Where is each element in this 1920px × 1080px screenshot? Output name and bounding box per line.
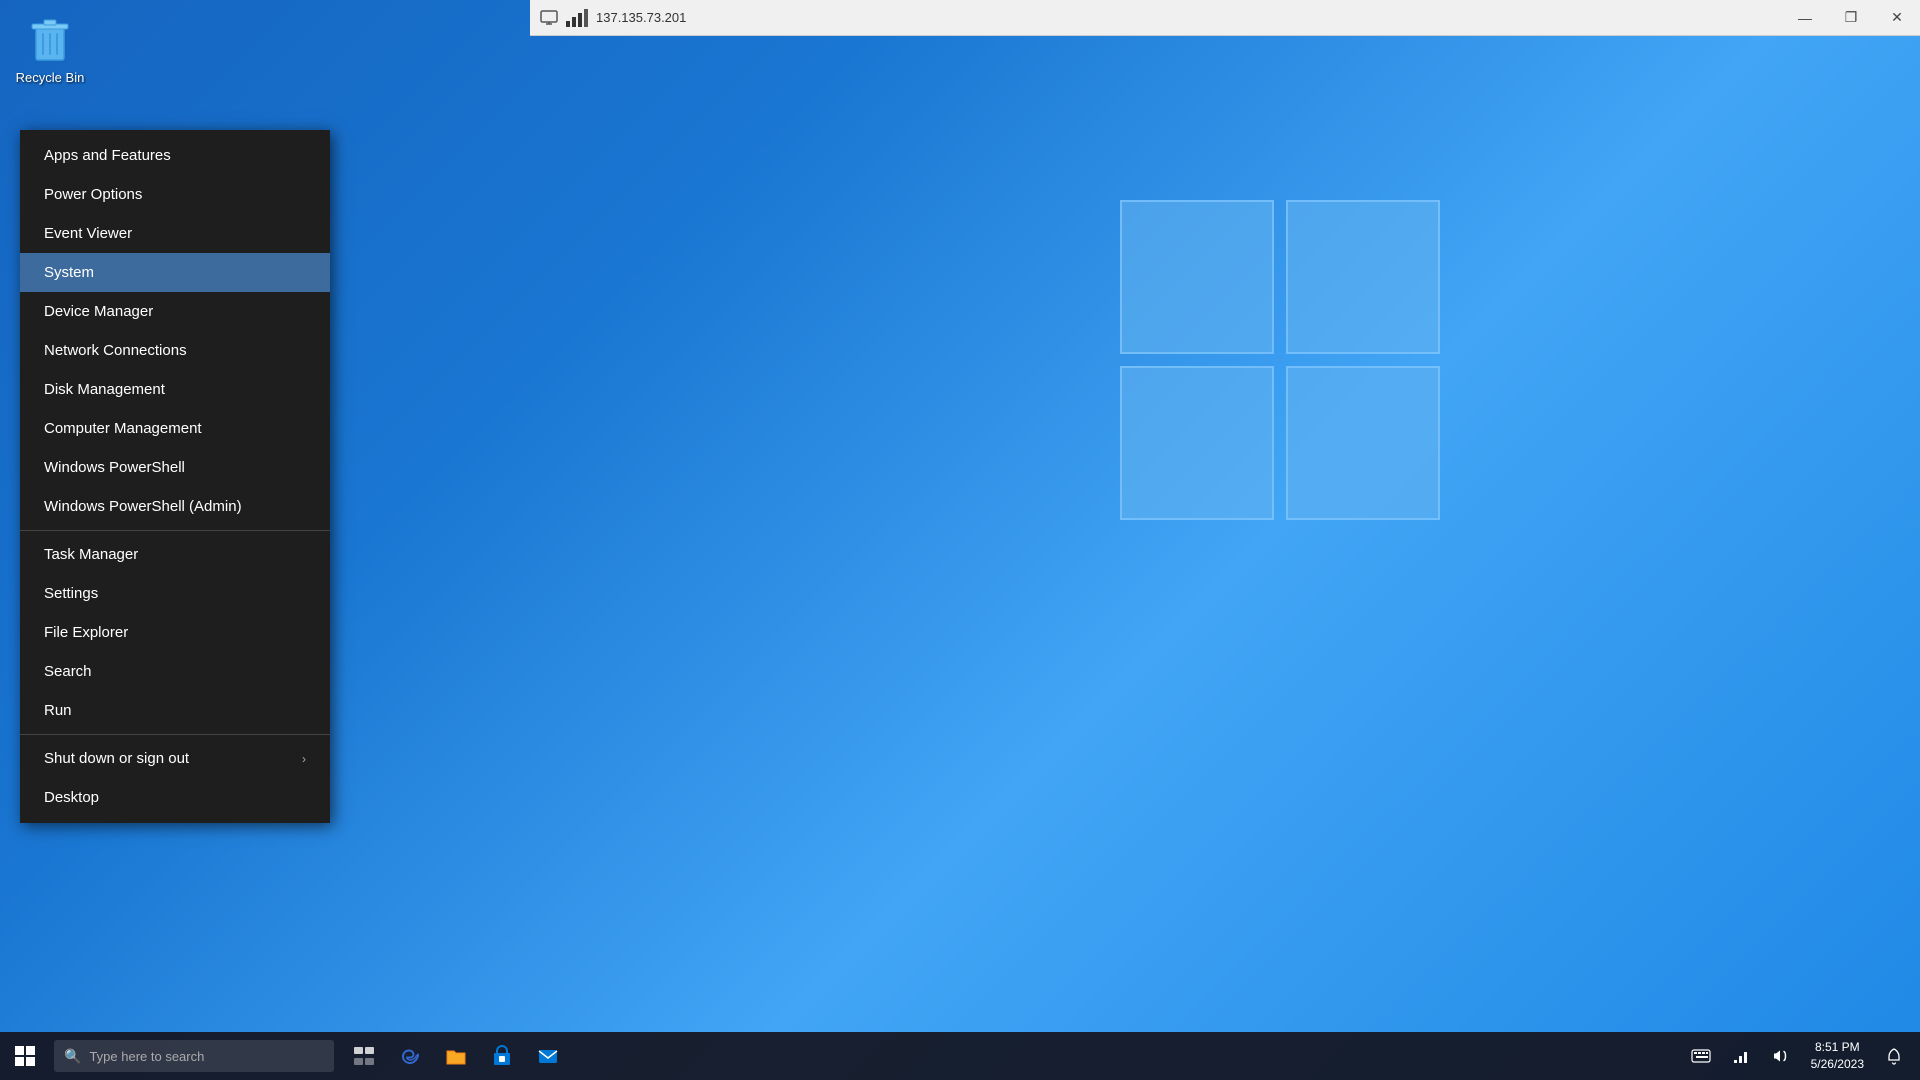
task-view-button[interactable] [342,1032,386,1080]
menu-item-label-run: Run [44,702,72,719]
menu-item-power-options[interactable]: Power Options [20,175,330,214]
store-icon [491,1045,513,1067]
menu-item-label-device-manager: Device Manager [44,303,153,320]
start-icon [14,1045,36,1067]
menu-item-label-settings: Settings [44,585,98,602]
mail-icon [537,1045,559,1067]
volume-icon[interactable] [1763,1038,1799,1074]
notification-icon[interactable] [1876,1038,1912,1074]
menu-item-search[interactable]: Search [20,652,330,691]
mail-button[interactable] [526,1032,570,1080]
menu-item-windows-powershell-admin[interactable]: Windows PowerShell (Admin) [20,487,330,526]
menu-item-computer-management[interactable]: Computer Management [20,409,330,448]
volume-svg [1772,1047,1790,1065]
minimize-button[interactable]: — [1782,0,1828,36]
recycle-bin-icon[interactable]: Recycle Bin [10,10,90,85]
menu-item-label-search: Search [44,663,92,680]
clock-time: 8:51 PM [1815,1039,1860,1056]
menu-item-windows-powershell[interactable]: Windows PowerShell [20,448,330,487]
menu-item-task-manager[interactable]: Task Manager [20,535,330,574]
win-logo-pane-tr [1286,200,1440,354]
notification-svg [1885,1047,1903,1065]
menu-item-label-power-options: Power Options [44,186,142,203]
menu-item-file-explorer[interactable]: File Explorer [20,613,330,652]
maximize-button[interactable]: ❐ [1828,0,1874,36]
search-icon: 🔍 [64,1048,81,1065]
windows-logo [1120,200,1440,520]
signal-icon [566,9,588,27]
menu-item-run[interactable]: Run [20,691,330,730]
win-logo-pane-tl [1120,200,1274,354]
taskbar-icons [342,1032,570,1080]
keyboard-svg [1691,1049,1711,1063]
menu-item-label-system: System [44,264,94,281]
recycle-bin-label: Recycle Bin [16,70,85,85]
menu-item-label-event-viewer: Event Viewer [44,225,132,242]
win-logo-pane-bl [1120,366,1274,520]
titlebar-left: 137.135.73.201 [530,9,686,27]
menu-separator [20,734,330,735]
edge-icon [399,1045,421,1067]
titlebar-controls: — ❐ ✕ [1782,0,1920,36]
taskbar-search[interactable]: 🔍 Type here to search [54,1040,334,1072]
menu-separator [20,530,330,531]
menu-item-system[interactable]: System [20,253,330,292]
win-logo-pane-br [1286,366,1440,520]
file-explorer-button[interactable] [434,1032,478,1080]
menu-item-label-desktop: Desktop [44,789,99,806]
close-button[interactable]: ✕ [1874,0,1920,36]
menu-item-device-manager[interactable]: Device Manager [20,292,330,331]
remote-titlebar: 137.135.73.201 — ❐ ✕ [530,0,1920,36]
menu-item-label-windows-powershell: Windows PowerShell [44,459,185,476]
menu-item-label-network-connections: Network Connections [44,342,187,359]
menu-item-label-apps-features: Apps and Features [44,147,171,164]
recycle-bin-svg [22,10,78,66]
taskbar-right: 8:51 PM 5/26/2023 [1683,1038,1920,1074]
menu-item-label-shut-down: Shut down or sign out [44,750,189,767]
edge-button[interactable] [388,1032,432,1080]
menu-item-network-connections[interactable]: Network Connections [20,331,330,370]
network-svg [1732,1047,1750,1065]
context-menu: Apps and Features Power Options Event View… [20,130,330,823]
menu-item-settings[interactable]: Settings [20,574,330,613]
file-explorer-icon [445,1045,467,1067]
menu-item-event-viewer[interactable]: Event Viewer [20,214,330,253]
store-button[interactable] [480,1032,524,1080]
menu-item-desktop[interactable]: Desktop [20,778,330,817]
monitor-icon [540,9,558,27]
menu-item-disk-management[interactable]: Disk Management [20,370,330,409]
start-button[interactable] [0,1032,50,1080]
keyboard-icon[interactable] [1683,1038,1719,1074]
menu-item-arrow-shut-down: › [302,752,306,766]
menu-item-label-disk-management: Disk Management [44,381,165,398]
network-icon[interactable] [1723,1038,1759,1074]
search-placeholder: Type here to search [89,1049,204,1064]
menu-item-label-file-explorer: File Explorer [44,624,128,641]
taskbar: 🔍 Type here to search [0,1032,1920,1080]
menu-item-shut-down[interactable]: Shut down or sign out › [20,739,330,778]
clock-date: 5/26/2023 [1811,1056,1864,1073]
menu-item-apps-features[interactable]: Apps and Features [20,136,330,175]
task-view-icon [353,1045,375,1067]
menu-item-label-computer-management: Computer Management [44,420,202,437]
remote-ip: 137.135.73.201 [596,10,686,25]
clock[interactable]: 8:51 PM 5/26/2023 [1803,1039,1872,1073]
menu-item-label-task-manager: Task Manager [44,546,138,563]
menu-item-label-windows-powershell-admin: Windows PowerShell (Admin) [44,498,242,515]
